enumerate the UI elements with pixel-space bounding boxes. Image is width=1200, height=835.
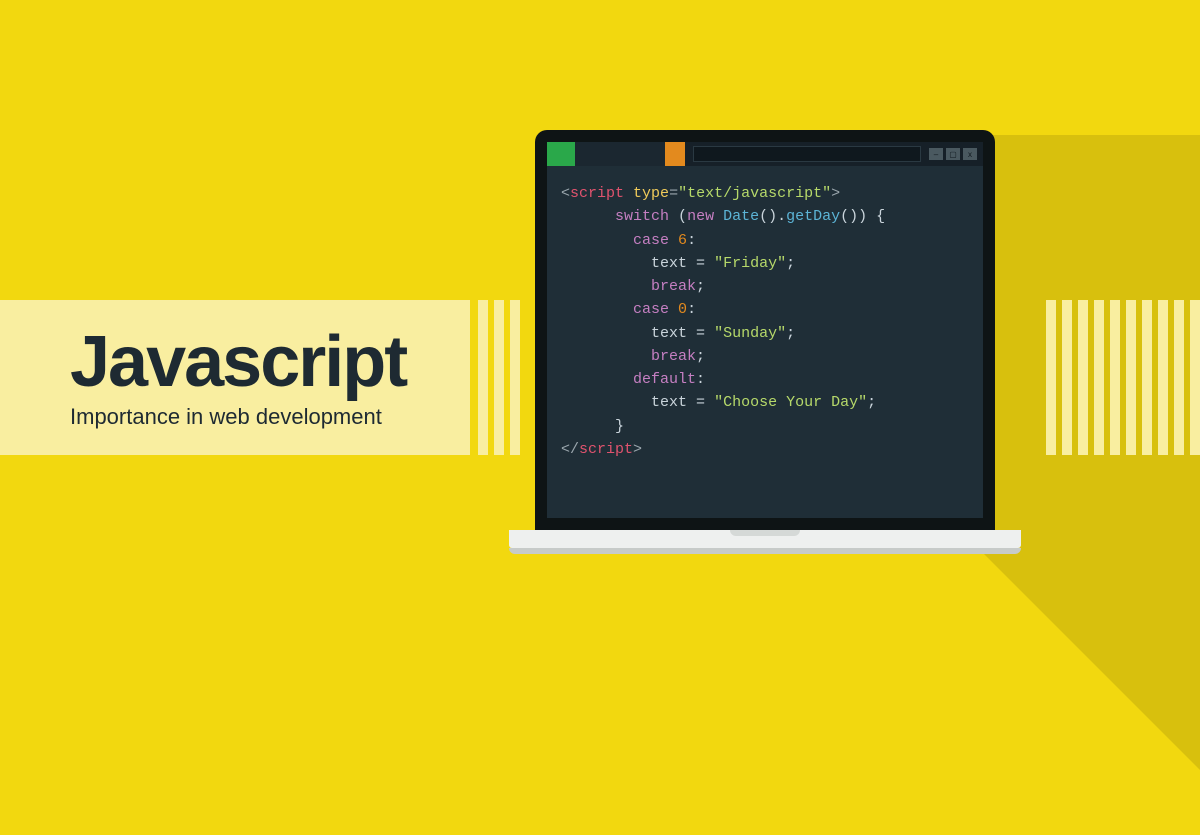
laptop-base xyxy=(509,530,1021,548)
laptop: – ▢ x <script type="text/javascript"> sw… xyxy=(535,130,1047,554)
titlebar-accent-orange xyxy=(665,142,685,166)
window-controls: – ▢ x xyxy=(929,148,977,160)
laptop-foot xyxy=(509,548,1021,554)
laptop-bezel: – ▢ x <script type="text/javascript"> sw… xyxy=(535,130,995,530)
decorative-bars-right xyxy=(1046,300,1200,455)
subtitle: Importance in web development xyxy=(70,404,470,430)
close-icon[interactable]: x xyxy=(963,148,977,160)
editor-screen: – ▢ x <script type="text/javascript"> sw… xyxy=(547,142,983,518)
titlebar-accent-green xyxy=(547,142,575,166)
window-titlebar: – ▢ x xyxy=(547,142,983,166)
code-block: <script type="text/javascript"> switch (… xyxy=(561,182,969,461)
address-bar xyxy=(693,146,921,162)
title-band: Javascript Importance in web development xyxy=(0,300,470,455)
titlebar-tab xyxy=(575,142,665,166)
decorative-bars-left xyxy=(478,300,520,455)
main-title: Javascript xyxy=(70,326,470,398)
minimize-icon[interactable]: – xyxy=(929,148,943,160)
maximize-icon[interactable]: ▢ xyxy=(946,148,960,160)
